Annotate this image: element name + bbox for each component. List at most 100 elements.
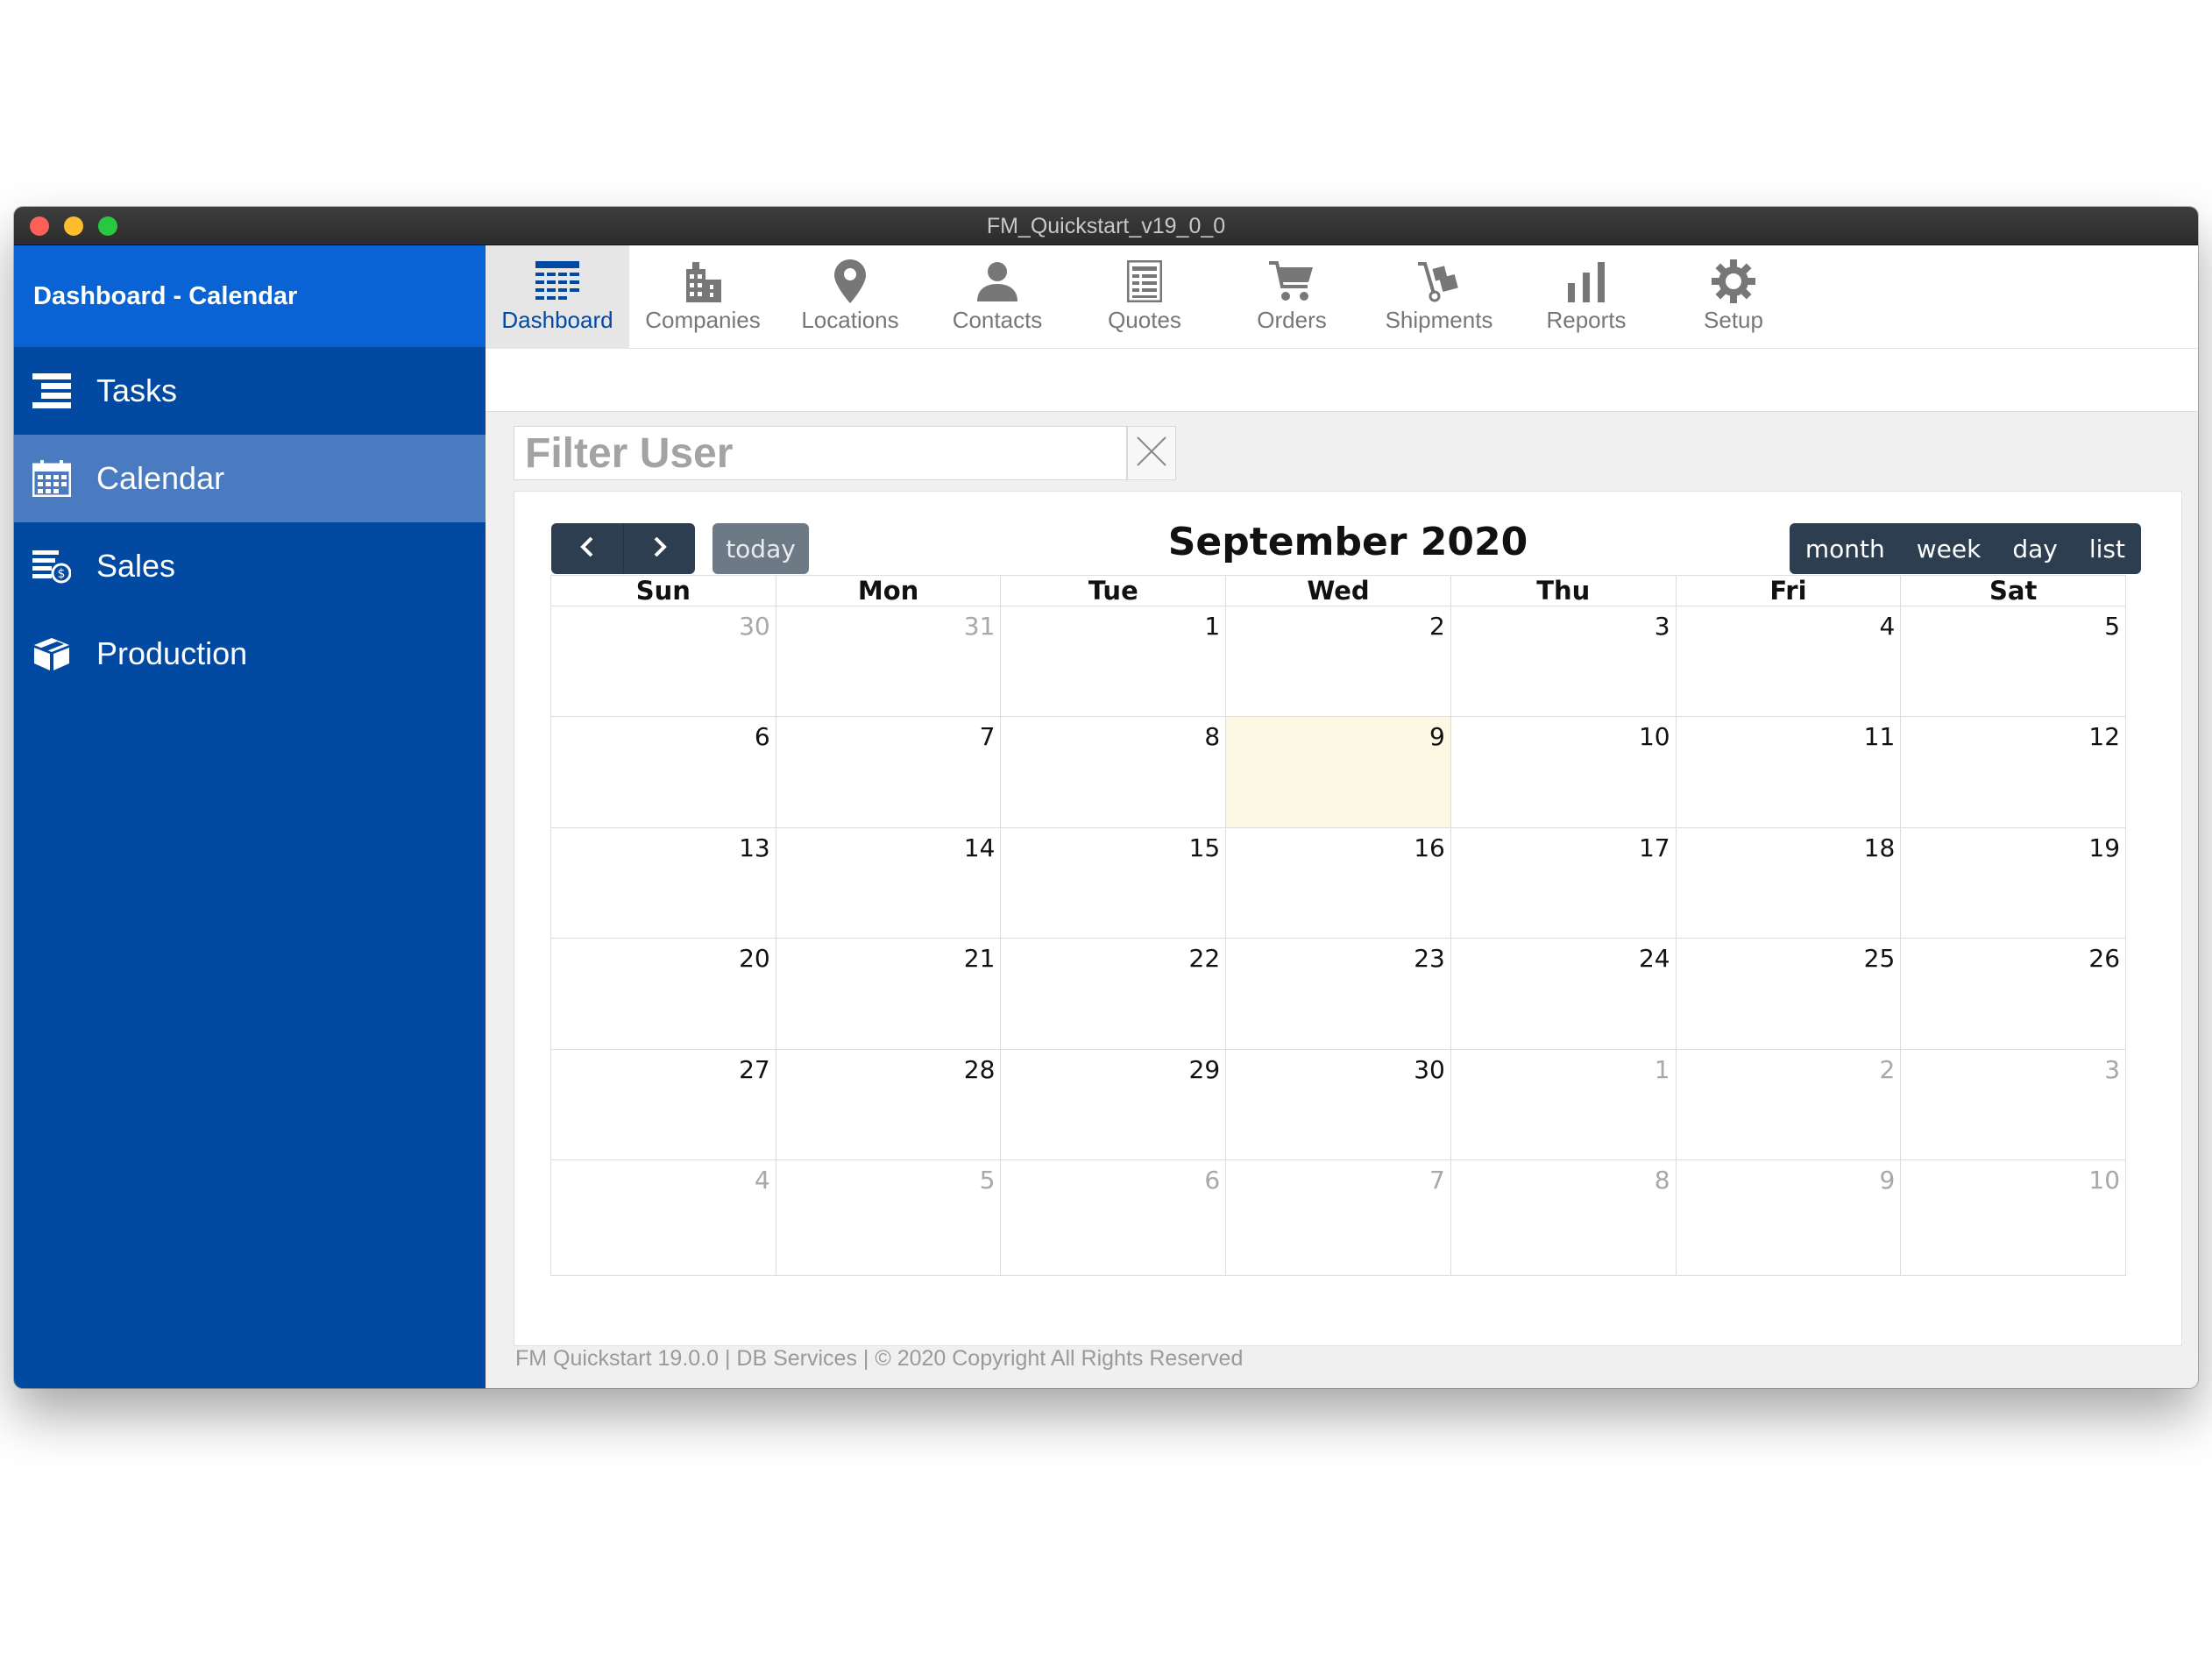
- bar-chart-icon: [1514, 258, 1658, 305]
- calendar-day-cell[interactable]: 17: [1450, 827, 1677, 939]
- calendar-day-cell[interactable]: 11: [1676, 717, 1902, 828]
- nav-setup[interactable]: Setup: [1662, 245, 1805, 349]
- calendar-day-cell[interactable]: 5: [1901, 606, 2127, 718]
- calendar-day-cell[interactable]: 25: [1676, 939, 1902, 1050]
- calendar-day-cell[interactable]: 6: [1001, 1159, 1227, 1276]
- day-number: 5: [979, 1165, 996, 1195]
- map-pin-icon: [778, 258, 922, 305]
- day-number: 8: [1654, 1165, 1670, 1195]
- day-number: 10: [1638, 722, 1670, 752]
- filter-user-field[interactable]: [514, 426, 1127, 480]
- calendar-day-cell[interactable]: 18: [1676, 827, 1902, 939]
- weekday-header: Wed: [1226, 576, 1451, 606]
- calendar-day-cell[interactable]: 12: [1901, 717, 2127, 828]
- calendar-day-cell[interactable]: 30: [1226, 1049, 1451, 1160]
- nav-dashboard[interactable]: Dashboard: [486, 245, 629, 349]
- day-number: 3: [2104, 1054, 2121, 1084]
- calendar-day-cell[interactable]: 4: [551, 1159, 776, 1276]
- nav-quotes[interactable]: Quotes: [1073, 245, 1216, 349]
- box-icon: [32, 634, 72, 674]
- nav-contacts[interactable]: Contacts: [925, 245, 1069, 349]
- day-number: 7: [1429, 1165, 1445, 1195]
- day-number: 27: [739, 1054, 770, 1084]
- calendar-day-cell[interactable]: 14: [776, 827, 1002, 939]
- nav-locations[interactable]: Locations: [778, 245, 922, 349]
- calendar-day-cell[interactable]: 1: [1001, 606, 1227, 718]
- calendar-day-cell[interactable]: 4: [1676, 606, 1902, 718]
- day-number: 21: [963, 944, 996, 974]
- calendar-day-cell[interactable]: 8: [1450, 1159, 1677, 1276]
- calendar-view-switcher: month week day list: [1789, 523, 2141, 574]
- calendar-day-cell[interactable]: 7: [1226, 1159, 1451, 1276]
- day-number: 25: [1863, 944, 1896, 974]
- calendar-day-cell[interactable]: 29: [1001, 1049, 1227, 1160]
- day-number: 24: [1638, 944, 1670, 974]
- calendar-icon: [32, 458, 72, 499]
- calendar-day-cell[interactable]: 9: [1676, 1159, 1902, 1276]
- view-list-button[interactable]: list: [2074, 523, 2141, 574]
- day-number: 29: [1188, 1054, 1221, 1084]
- calendar-day-cell[interactable]: 15: [1001, 827, 1227, 939]
- calendar-day-cell[interactable]: 1: [1450, 1049, 1677, 1160]
- weekday-header: Thu: [1450, 576, 1677, 606]
- calendar-day-cell[interactable]: 2: [1226, 606, 1451, 718]
- cart-icon: [1220, 258, 1364, 305]
- calendar-day-cell[interactable]: 27: [551, 1049, 776, 1160]
- nav-orders[interactable]: Orders: [1220, 245, 1364, 349]
- calendar-day-today[interactable]: 9: [1226, 717, 1451, 828]
- sidebar-item-production[interactable]: Production: [14, 610, 486, 698]
- calendar-day-cell[interactable]: 13: [551, 827, 776, 939]
- calendar-day-cell[interactable]: 23: [1226, 939, 1451, 1050]
- calendar-day-cell[interactable]: 31: [776, 606, 1002, 718]
- title-bar: FM_Quickstart_v19_0_0: [14, 207, 2198, 245]
- filter-user-input[interactable]: [514, 427, 1126, 479]
- day-number: 31: [963, 612, 996, 641]
- sidebar-item-sales[interactable]: $ Sales: [14, 522, 486, 610]
- nav-shipments[interactable]: Shipments: [1367, 245, 1511, 349]
- calendar-day-cell[interactable]: 16: [1226, 827, 1451, 939]
- day-number: 2: [1879, 1054, 1896, 1084]
- weekday-header: Sun: [551, 576, 776, 606]
- footer-copyright: FM Quickstart 19.0.0 | DB Services | © 2…: [515, 1346, 1244, 1371]
- sidebar-item-calendar[interactable]: Calendar: [14, 435, 486, 522]
- calendar-day-cell[interactable]: 22: [1001, 939, 1227, 1050]
- calendar-day-cell[interactable]: 10: [1901, 1159, 2127, 1276]
- calendar-day-cell[interactable]: 6: [551, 717, 776, 828]
- day-number: 12: [2088, 722, 2121, 752]
- view-month-button[interactable]: month: [1790, 523, 1901, 574]
- calendar-day-cell[interactable]: 26: [1901, 939, 2127, 1050]
- calendar-week-row: 4 5 6 7 8 9 10: [550, 1159, 2127, 1276]
- nav-label: Dashboard: [501, 307, 613, 333]
- calendar-day-cell[interactable]: 19: [1901, 827, 2127, 939]
- day-number: 10: [2088, 1165, 2121, 1195]
- day-number: 19: [2088, 833, 2121, 862]
- calendar-day-cell[interactable]: 28: [776, 1049, 1002, 1160]
- calendar-day-cell[interactable]: 5: [776, 1159, 1002, 1276]
- calendar-day-cell[interactable]: 7: [776, 717, 1002, 828]
- calendar-day-cell[interactable]: 20: [551, 939, 776, 1050]
- calendar-week-row: 20 21 22 23 24 25 26: [550, 939, 2127, 1050]
- dashboard-icon: [486, 258, 629, 305]
- calendar-day-cell[interactable]: 24: [1450, 939, 1677, 1050]
- calendar-day-cell[interactable]: 10: [1450, 717, 1677, 828]
- view-day-button[interactable]: day: [1996, 523, 2074, 574]
- weekday-header-row: Sun Mon Tue Wed Thu Fri Sat: [550, 575, 2127, 606]
- calendar-day-cell[interactable]: 3: [1901, 1049, 2127, 1160]
- nav-label: Reports: [1546, 307, 1627, 333]
- day-number: 9: [1879, 1165, 1896, 1195]
- close-icon: [1134, 434, 1169, 473]
- calendar-day-cell[interactable]: 30: [551, 606, 776, 718]
- day-number: 1: [1204, 612, 1221, 641]
- sidebar-item-tasks[interactable]: Tasks: [14, 347, 486, 435]
- view-week-button[interactable]: week: [1901, 523, 1997, 574]
- calendar-day-cell[interactable]: 21: [776, 939, 1002, 1050]
- nav-reports[interactable]: Reports: [1514, 245, 1658, 349]
- day-number: 6: [1204, 1165, 1221, 1195]
- calendar-day-cell[interactable]: 8: [1001, 717, 1227, 828]
- calendar-grid: Sun Mon Tue Wed Thu Fri Sat 30 31 1 2 3 4 5 6 7 8…: [550, 575, 2127, 1276]
- day-number: 20: [739, 944, 770, 974]
- nav-companies[interactable]: Companies: [631, 245, 775, 349]
- calendar-day-cell[interactable]: 2: [1676, 1049, 1902, 1160]
- calendar-day-cell[interactable]: 3: [1450, 606, 1677, 718]
- clear-filter-button[interactable]: [1127, 426, 1176, 480]
